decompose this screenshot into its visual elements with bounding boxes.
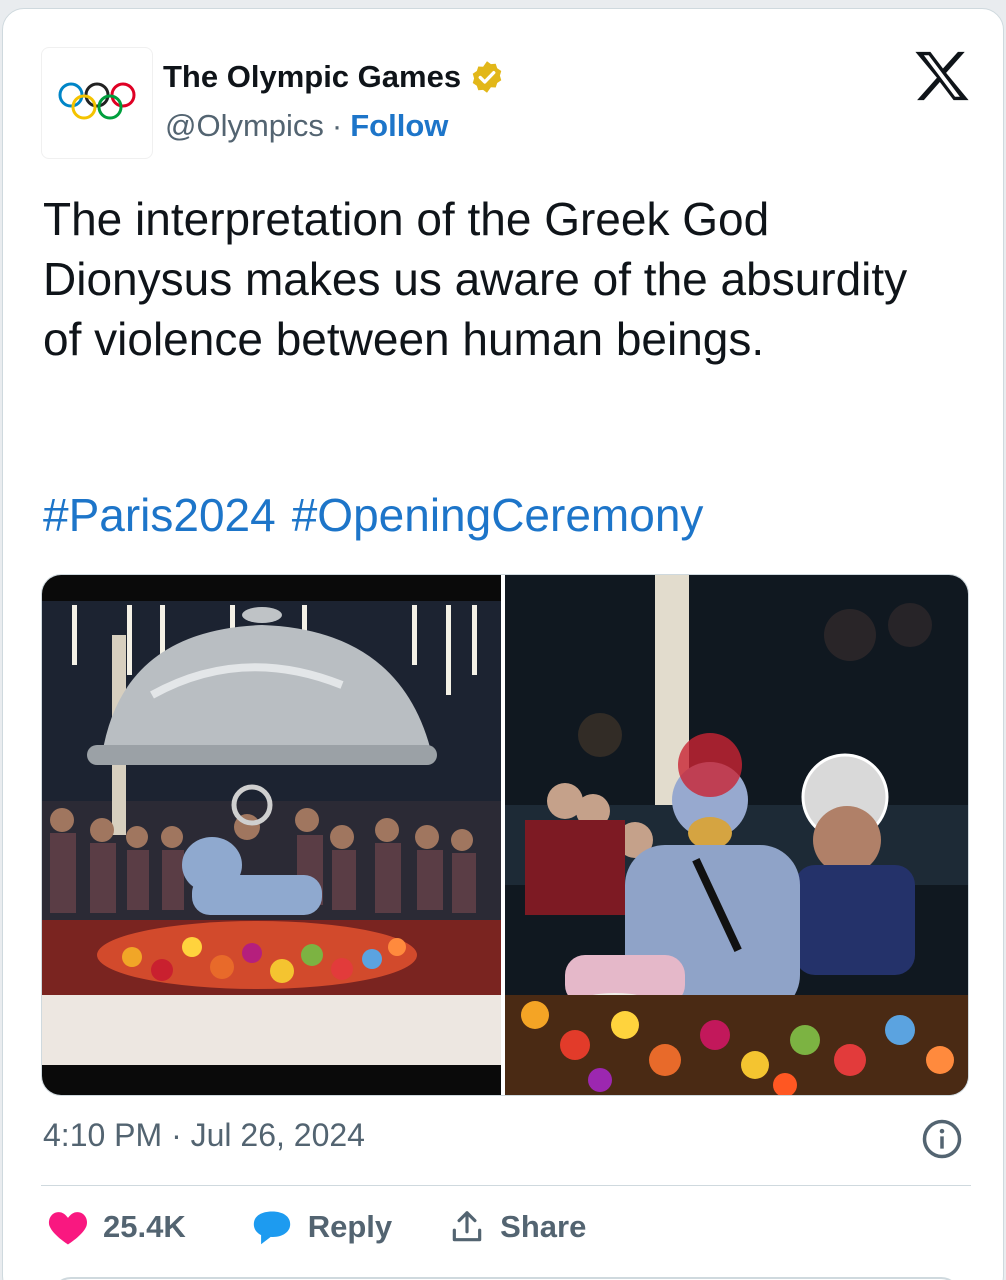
- olympic-rings-avatar[interactable]: [41, 47, 153, 159]
- author-handle[interactable]: @Olympics: [165, 108, 324, 144]
- action-divider: [41, 1185, 971, 1186]
- share-label: Share: [500, 1209, 587, 1244]
- hashtag-paris2024-link[interactable]: #Paris2024: [43, 485, 276, 545]
- verified-badge-icon: [472, 61, 502, 93]
- like-button[interactable]: 25.4K: [47, 1207, 186, 1247]
- ceremony-photo-left[interactable]: [42, 575, 501, 1095]
- hashtag-openingceremony-link[interactable]: #OpeningCeremony: [292, 485, 704, 545]
- cloche-table-photo-icon: [42, 575, 501, 1095]
- heart-icon: [48, 1212, 88, 1245]
- reply-bubble-icon: [253, 1211, 290, 1245]
- tweet-text: The interpretation of the Greek God Dion…: [43, 193, 908, 365]
- info-icon[interactable]: [921, 1118, 963, 1160]
- author-handle-row: @Olympics · Follow: [165, 108, 448, 144]
- reply-label: Reply: [307, 1209, 393, 1244]
- x-logo-icon[interactable]: [913, 49, 971, 103]
- author-name-row[interactable]: The Olympic Games: [163, 59, 505, 95]
- hashtag-row: #Paris2024 #OpeningCeremony: [43, 485, 703, 545]
- reply-button[interactable]: Reply: [250, 1207, 392, 1247]
- handle-separator: ·: [331, 108, 343, 143]
- like-count: 25.4K: [103, 1209, 186, 1244]
- tweet-timestamp[interactable]: 4:10 PM · Jul 26, 2024: [43, 1117, 365, 1154]
- ceremony-photo-right[interactable]: [505, 575, 968, 1095]
- tweet-media-grid: [41, 574, 969, 1096]
- follow-link[interactable]: Follow: [350, 108, 448, 144]
- author-display-name[interactable]: The Olympic Games: [163, 59, 461, 95]
- tweet-embed-card: The Olympic Games @Olympics · Follow The…: [2, 8, 1004, 1280]
- share-upload-icon: [452, 1211, 482, 1242]
- share-button[interactable]: Share: [448, 1207, 586, 1247]
- olympic-rings-icon: [58, 82, 136, 120]
- dionysus-closeup-photo-icon: [505, 575, 968, 1095]
- tweet-action-bar: 25.4K Reply Share: [47, 1207, 586, 1247]
